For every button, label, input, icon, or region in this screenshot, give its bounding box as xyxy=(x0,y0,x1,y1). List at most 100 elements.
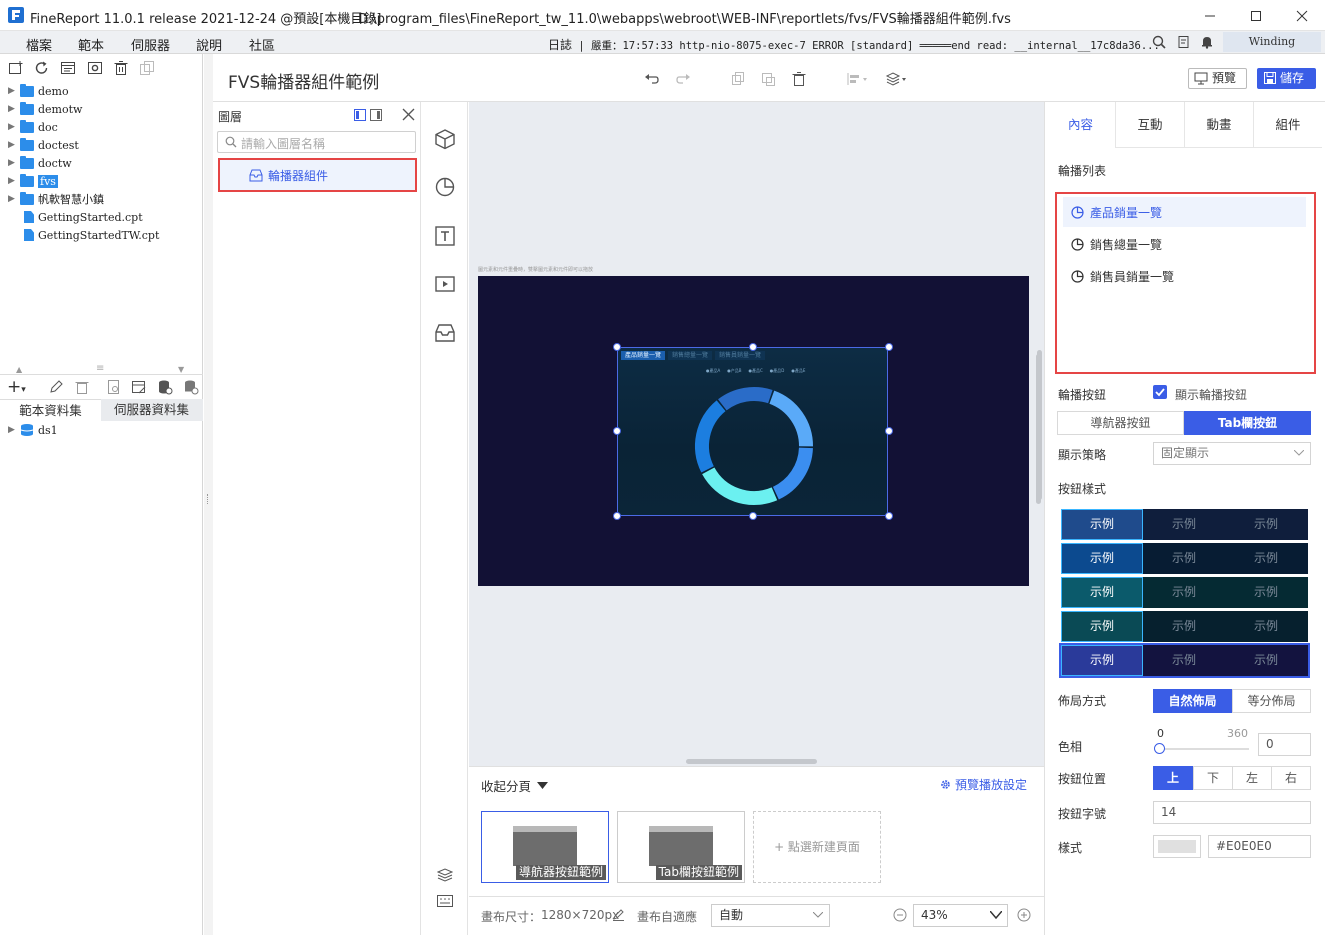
resize-handle[interactable] xyxy=(613,512,621,520)
tab-content[interactable]: 內容 xyxy=(1046,102,1115,148)
expand-arrow-icon[interactable]: ▶ xyxy=(8,140,18,150)
resize-handle[interactable] xyxy=(885,427,893,435)
add-dataset-button[interactable]: +▾ xyxy=(7,377,26,397)
close-panel-icon[interactable] xyxy=(402,108,415,121)
carousel-tab[interactable]: 銷售總量一覽 xyxy=(668,351,713,360)
splitter-handle[interactable]: ≡ xyxy=(96,363,104,374)
template-info-icon[interactable] xyxy=(60,60,76,76)
edit-data-icon[interactable] xyxy=(131,379,147,395)
keyboard-icon[interactable] xyxy=(437,895,453,907)
carousel-component[interactable]: 產品銷量一覽 銷售總量一覽 銷售員銷量一覽 ●產品A ●产品B ●產品C ●產品D ●產… xyxy=(617,347,888,516)
left-splitter[interactable] xyxy=(204,54,213,935)
delete-icon[interactable] xyxy=(113,60,129,76)
text-icon[interactable] xyxy=(434,225,456,247)
align-icon[interactable] xyxy=(846,71,870,87)
collapse-up-icon[interactable]: ▲ xyxy=(16,365,22,374)
button-style-option[interactable]: 示例 示例 示例 xyxy=(1061,543,1308,574)
collapse-down-icon[interactable]: ▼ xyxy=(178,365,184,374)
hue-slider-track[interactable] xyxy=(1154,743,1249,754)
button-style-option[interactable]: 示例 示例 示例 xyxy=(1061,509,1308,540)
skin-selector[interactable]: Winding xyxy=(1223,32,1321,52)
layout-equal-option[interactable]: 等分佈局 xyxy=(1232,689,1311,713)
resize-handle[interactable] xyxy=(613,343,621,351)
button-style-option[interactable]: 示例 示例 示例 xyxy=(1061,611,1308,642)
carousel-list-item[interactable]: 產品銷量一覽 xyxy=(1063,197,1306,227)
panel-left-icon[interactable] xyxy=(354,109,366,121)
undo-icon[interactable] xyxy=(644,71,660,87)
dataset-item[interactable]: ▶ ds1 xyxy=(8,421,58,439)
page-card[interactable]: Tab欄按鈕範例 xyxy=(617,811,745,883)
display-strategy-select[interactable]: 固定顯示 xyxy=(1153,442,1311,465)
zoom-out-icon[interactable] xyxy=(893,908,907,922)
button-style-option[interactable]: 示例 示例 示例 xyxy=(1061,577,1308,608)
tab-component[interactable]: 組件 xyxy=(1253,102,1322,148)
tab-interaction[interactable]: 互動 xyxy=(1115,102,1184,148)
position-top-option[interactable]: 上 xyxy=(1153,766,1193,790)
expand-arrow-icon[interactable]: ▶ xyxy=(8,86,18,96)
resize-handle[interactable] xyxy=(749,512,757,520)
tree-item[interactable]: ▶ doc xyxy=(8,118,58,136)
expand-arrow-icon[interactable]: ▶ xyxy=(8,158,18,168)
refresh-icon[interactable] xyxy=(34,60,50,76)
design-canvas[interactable]: 圖元素和元件重疊時，雙擊圖元素和元件即可以拖放 產品銷量一覽 銷售總量一覽 銷售… xyxy=(469,102,1044,766)
resize-handle[interactable] xyxy=(885,512,893,520)
position-bottom-option[interactable]: 下 xyxy=(1193,766,1233,790)
copy-component-icon[interactable] xyxy=(730,71,746,87)
collapse-pages-button[interactable]: 收起分頁 xyxy=(481,776,549,795)
database-icon[interactable] xyxy=(157,379,173,395)
expand-arrow-icon[interactable]: ▶ xyxy=(8,194,18,204)
tree-item[interactable]: ▶ fvs xyxy=(8,172,58,190)
tab-template-dataset[interactable]: 範本資料集 xyxy=(0,399,101,421)
expand-arrow-icon[interactable]: ▶ xyxy=(8,104,18,114)
paste-component-icon[interactable] xyxy=(760,71,776,87)
tree-item[interactable]: ▶ demo xyxy=(8,82,69,100)
preview-button[interactable]: 預覽 xyxy=(1188,68,1247,89)
nav-button-option[interactable]: 導航器按鈕 xyxy=(1057,411,1184,435)
position-left-option[interactable]: 左 xyxy=(1232,766,1272,790)
tree-item[interactable]: ▶ demotw xyxy=(8,100,82,118)
expand-arrow-icon[interactable]: ▶ xyxy=(8,425,18,435)
media-icon[interactable] xyxy=(434,273,456,295)
play-settings-button[interactable]: 預覽播放設定 xyxy=(940,776,1027,793)
edit-icon[interactable] xyxy=(48,379,64,395)
position-right-option[interactable]: 右 xyxy=(1271,766,1311,790)
layout-natural-option[interactable]: 自然佈局 xyxy=(1153,689,1232,713)
resize-handle[interactable] xyxy=(885,343,893,351)
button-style-option[interactable]: 示例 示例 示例 xyxy=(1059,643,1310,678)
page-card[interactable]: 導航器按鈕範例 xyxy=(481,811,609,883)
new-folder-icon[interactable] xyxy=(8,60,24,76)
close-icon[interactable] xyxy=(1279,0,1325,31)
new-page-button[interactable]: + 點選新建頁面 xyxy=(753,811,881,883)
zoom-in-icon[interactable] xyxy=(1017,908,1031,922)
preview-data-icon[interactable] xyxy=(106,379,122,395)
tab-button-option[interactable]: Tab欄按鈕 xyxy=(1184,411,1311,435)
adapt-select[interactable]: 自動 xyxy=(711,904,830,927)
tab-server-dataset[interactable]: 伺服器資料集 xyxy=(101,399,202,421)
color-hex-input[interactable]: #E0E0E0 xyxy=(1208,835,1311,858)
expand-arrow-icon[interactable]: ▶ xyxy=(8,122,18,132)
layer-search-input[interactable]: 請輸入圖層名稱 xyxy=(217,131,416,153)
tab-animation[interactable]: 動畫 xyxy=(1184,102,1253,148)
maximize-icon[interactable] xyxy=(1233,0,1279,31)
hue-slider-thumb[interactable] xyxy=(1154,743,1165,754)
minimize-icon[interactable] xyxy=(1187,0,1233,31)
edit-size-icon[interactable] xyxy=(612,908,625,921)
layer-order-icon[interactable] xyxy=(885,71,909,87)
panel-right-icon[interactable] xyxy=(370,109,382,121)
save-button[interactable]: 儲存 xyxy=(1257,68,1316,89)
menu-help[interactable]: 說明 xyxy=(196,35,222,54)
tree-item[interactable]: GettingStarted.cpt xyxy=(8,208,143,226)
resize-handle[interactable] xyxy=(613,427,621,435)
menu-template[interactable]: 範本 xyxy=(78,35,104,54)
settings-icon[interactable] xyxy=(87,60,103,76)
zoom-select[interactable]: 43% xyxy=(913,904,1008,927)
font-size-input[interactable]: 14 xyxy=(1153,801,1311,824)
layer-item-carousel[interactable]: 輪播器組件 xyxy=(218,158,417,192)
menu-community[interactable]: 社區 xyxy=(249,35,275,54)
layers-icon[interactable] xyxy=(437,867,453,883)
copy-icon[interactable] xyxy=(139,60,155,76)
cube-icon[interactable] xyxy=(434,128,456,150)
color-swatch[interactable] xyxy=(1153,835,1201,858)
expand-arrow-icon[interactable]: ▶ xyxy=(8,176,18,186)
carousel-list-item[interactable]: 銷售員銷量一覽 xyxy=(1063,261,1306,291)
